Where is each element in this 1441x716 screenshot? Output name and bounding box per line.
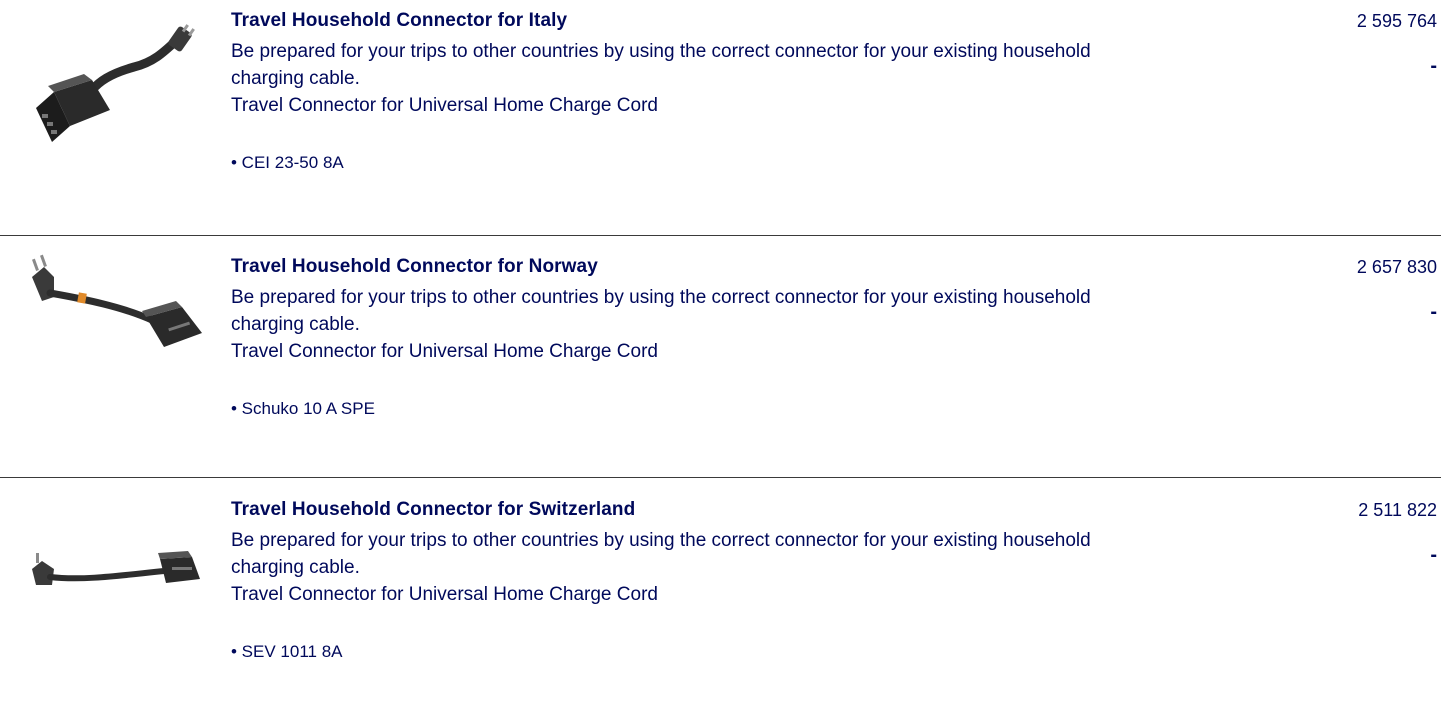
part-number: 2 511 822 bbox=[1358, 500, 1437, 520]
product-title[interactable]: Travel Household Connector for Norway bbox=[231, 254, 1131, 280]
product-spec: • Schuko 10 A SPE bbox=[231, 399, 375, 418]
italy-connector-image bbox=[14, 22, 214, 162]
product-description: Be prepared for your trips to other coun… bbox=[231, 530, 1091, 578]
product-meta: 2 511 822 - bbox=[1358, 497, 1437, 568]
product-description: Be prepared for your trips to other coun… bbox=[231, 287, 1091, 335]
product-subtitle: Travel Connector for Universal Home Char… bbox=[231, 584, 658, 605]
divider bbox=[0, 235, 1441, 236]
product-item-italy: Travel Household Connector for Italy Be … bbox=[0, 0, 1441, 228]
price: - bbox=[1430, 55, 1437, 77]
product-meta: 2 657 830 - bbox=[1357, 254, 1437, 325]
product-info: Travel Household Connector for Norway Be… bbox=[231, 254, 1131, 421]
product-spec: • CEI 23-50 8A bbox=[231, 153, 344, 172]
product-description: Be prepared for your trips to other coun… bbox=[231, 41, 1091, 89]
part-number: 2 657 830 bbox=[1356, 257, 1437, 277]
product-meta: 2 595 764 - bbox=[1357, 8, 1437, 79]
product-item-switzerland: Travel Household Connector for Switzerla… bbox=[0, 479, 1441, 707]
product-title[interactable]: Travel Household Connector for Italy bbox=[231, 8, 1131, 34]
product-subtitle: Travel Connector for Universal Home Char… bbox=[231, 341, 658, 362]
product-subtitle: Travel Connector for Universal Home Char… bbox=[231, 95, 658, 116]
price: - bbox=[1430, 544, 1437, 566]
product-title[interactable]: Travel Household Connector for Switzerla… bbox=[231, 497, 1131, 523]
product-spec: • SEV 1011 8A bbox=[231, 642, 343, 661]
product-item-norway: Travel Household Connector for Norway Be… bbox=[0, 237, 1441, 465]
divider bbox=[0, 477, 1441, 478]
product-info: Travel Household Connector for Italy Be … bbox=[231, 8, 1131, 175]
switzerland-connector-image bbox=[14, 487, 214, 627]
part-number: 2 595 764 bbox=[1356, 11, 1437, 31]
price: - bbox=[1430, 301, 1437, 323]
norway-connector-image bbox=[14, 237, 214, 377]
product-info: Travel Household Connector for Switzerla… bbox=[231, 497, 1131, 664]
